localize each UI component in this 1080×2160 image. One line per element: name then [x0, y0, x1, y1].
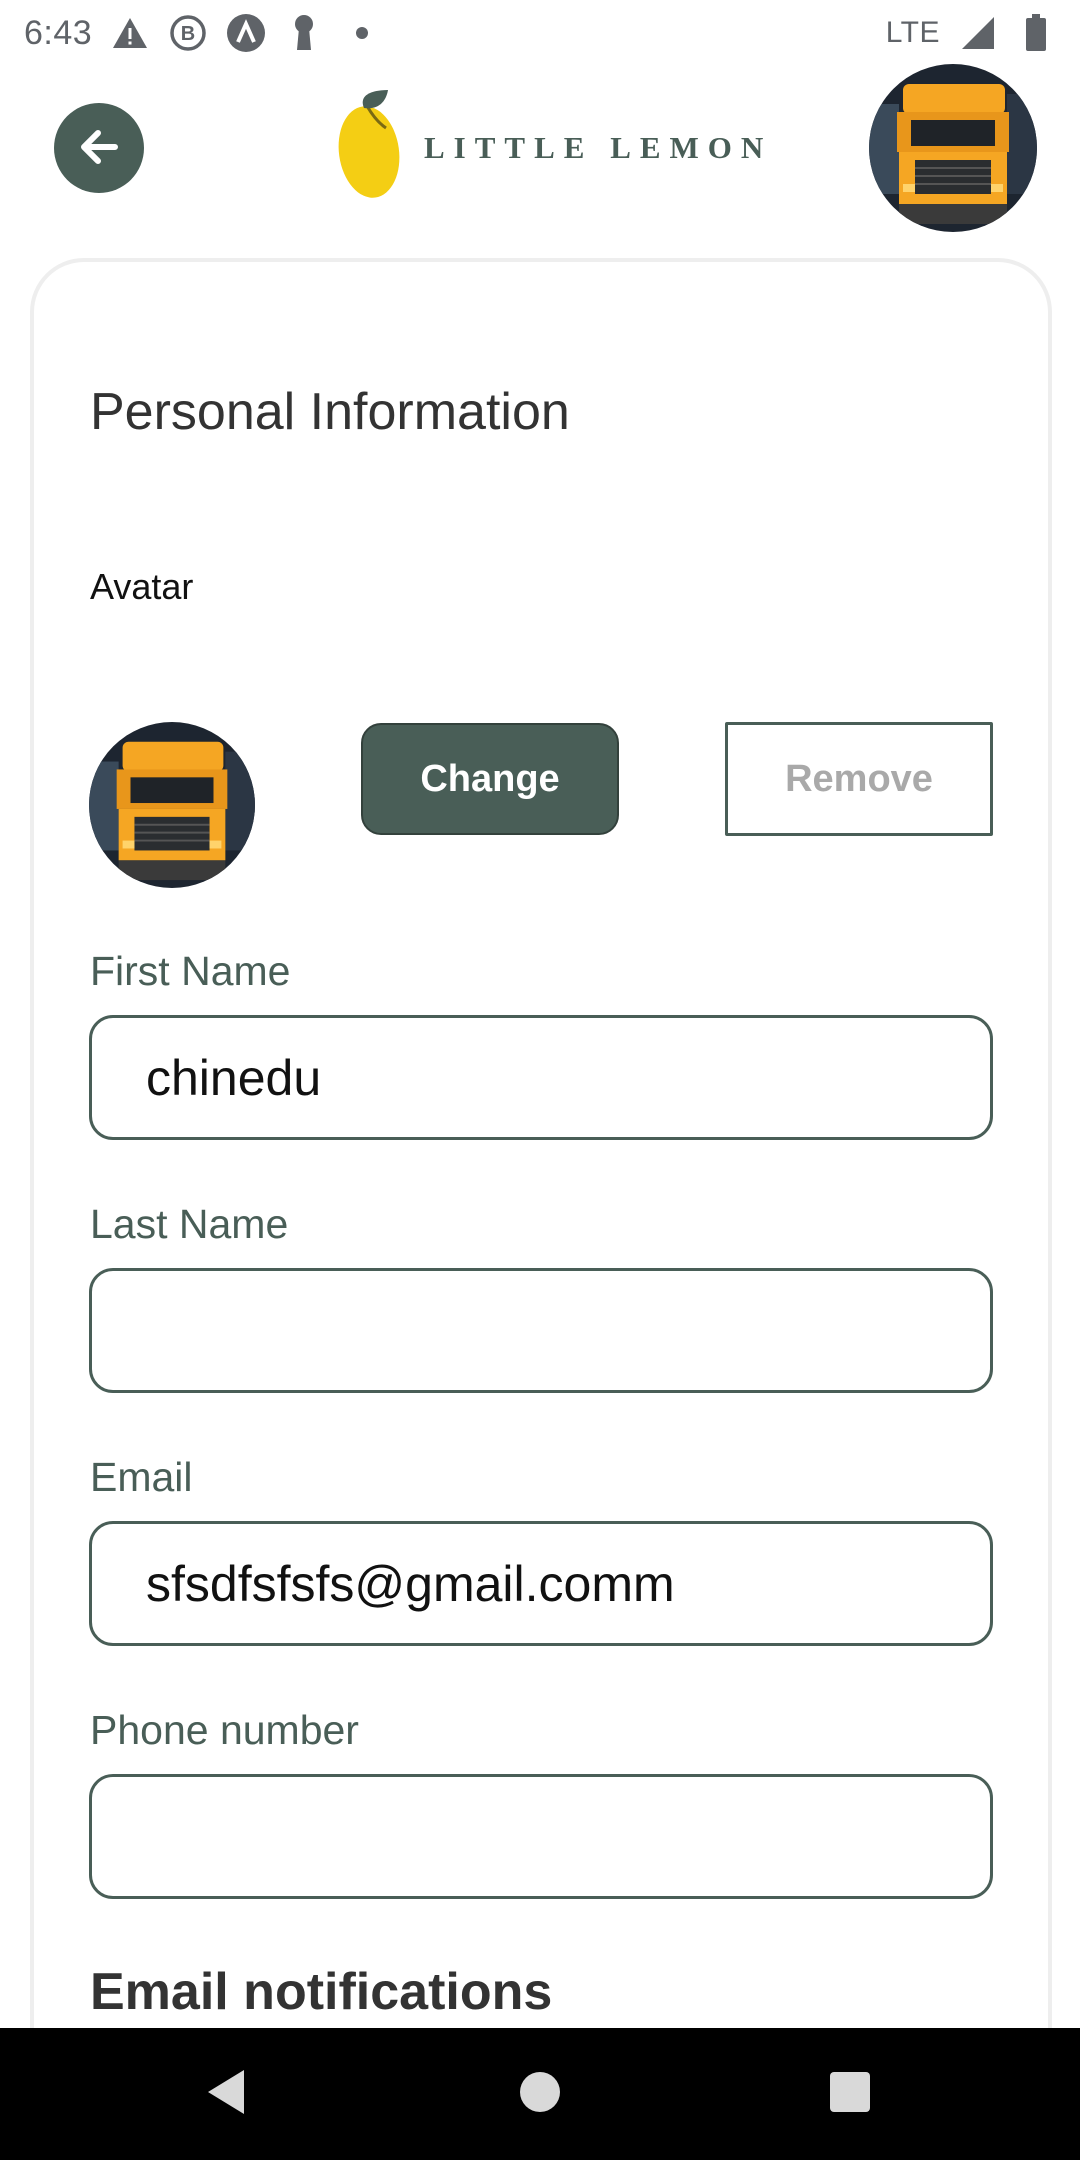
status-time: 6:43 [24, 13, 93, 52]
b-icon: B [168, 13, 208, 53]
nav-recents-icon [828, 2070, 872, 2119]
email-notifications-title: Email notifications [90, 1963, 553, 2021]
dot-icon [342, 13, 382, 53]
header-avatar[interactable] [869, 64, 1037, 232]
warning-icon [110, 13, 150, 53]
a-icon [226, 13, 266, 53]
page-title: Personal Information [90, 383, 570, 441]
network-type: LTE [885, 16, 940, 49]
profile-avatar [89, 722, 255, 888]
keyhole-icon [284, 13, 324, 53]
logo-text: LITTLE LEMON [424, 130, 773, 165]
back-arrow-icon [74, 122, 124, 175]
nav-back-button[interactable] [156, 2028, 296, 2160]
status-left: 6:43 B [24, 13, 382, 53]
first-name-field[interactable] [89, 1015, 993, 1140]
avatar-label: Avatar [90, 566, 194, 607]
nav-home-icon [518, 2070, 562, 2119]
phone-label: Phone number [90, 1707, 359, 1753]
signal-icon [958, 13, 998, 53]
email-field[interactable] [89, 1521, 993, 1646]
first-name-label: First Name [90, 948, 291, 994]
app-logo: LITTLE LEMON [336, 88, 763, 209]
svg-text:B: B [181, 23, 195, 45]
nav-recents-button[interactable] [780, 2028, 920, 2160]
back-button[interactable] [54, 103, 144, 193]
last-name-field[interactable] [89, 1268, 993, 1393]
email-label: Email [90, 1454, 193, 1500]
battery-icon [1016, 13, 1056, 53]
phone-field[interactable] [89, 1774, 993, 1899]
remove-avatar-button[interactable]: Remove [725, 722, 993, 836]
nav-home-button[interactable] [470, 2028, 610, 2160]
status-right: LTE [886, 13, 1056, 53]
lemon-icon [336, 88, 406, 209]
last-name-label: Last Name [90, 1201, 289, 1247]
nav-back-icon [204, 2067, 248, 2122]
change-avatar-button[interactable]: Change [361, 723, 619, 835]
system-nav-bar [0, 2028, 1080, 2160]
status-bar: 6:43 B LTE [0, 0, 1080, 66]
